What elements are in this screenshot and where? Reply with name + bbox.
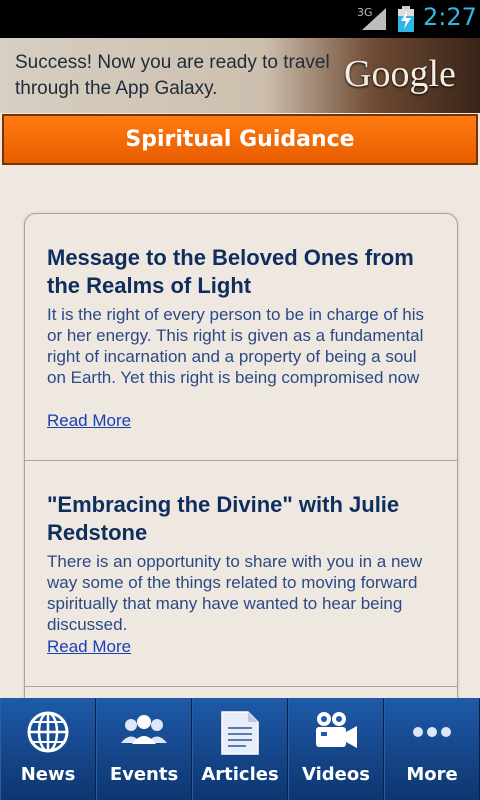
tab-news[interactable]: News <box>0 698 96 800</box>
people-icon <box>121 715 167 744</box>
divider <box>25 686 457 687</box>
article-title[interactable]: "Embracing the Divine" with Julie Redsto… <box>47 491 439 547</box>
more-dots-icon <box>413 727 451 737</box>
bottom-tab-bar: News Events Articles Videos More <box>0 698 480 800</box>
tab-more[interactable]: More <box>384 698 480 800</box>
read-more-link[interactable]: Read More <box>47 637 131 657</box>
article-title[interactable]: Message to the Beloved Ones from the Rea… <box>47 244 439 300</box>
ad-brand-logo: Google <box>344 53 456 95</box>
articles-card: Message to the Beloved Ones from the Rea… <box>24 213 458 735</box>
divider <box>25 460 457 461</box>
clock: 2:27 <box>423 3 477 31</box>
battery-icon <box>398 6 414 32</box>
tab-events[interactable]: Events <box>96 698 192 800</box>
tab-label: More <box>406 764 458 785</box>
tab-label: News <box>20 764 76 785</box>
status-bar: 3G 2:27 <box>0 0 480 38</box>
tab-articles[interactable]: Articles <box>192 698 288 800</box>
ad-text: Success! Now you are ready to travel thr… <box>15 52 330 99</box>
globe-icon <box>27 711 69 753</box>
document-icon <box>221 711 259 755</box>
ad-banner[interactable]: Success! Now you are ready to travel thr… <box>0 38 480 113</box>
page-title: Spiritual Guidance <box>125 127 355 152</box>
tab-label: Videos <box>302 764 370 785</box>
article-summary: It is the right of every person to be in… <box>47 305 425 387</box>
video-camera-icon <box>316 712 357 748</box>
tab-label: Articles <box>201 764 279 785</box>
tab-label: Events <box>109 764 179 785</box>
tab-videos[interactable]: Videos <box>288 698 384 800</box>
page-title-bar: Spiritual Guidance <box>2 114 478 165</box>
read-more-link[interactable]: Read More <box>47 411 131 431</box>
article-summary: There is an opportunity to share with yo… <box>47 552 423 634</box>
signal-icon <box>362 8 386 30</box>
